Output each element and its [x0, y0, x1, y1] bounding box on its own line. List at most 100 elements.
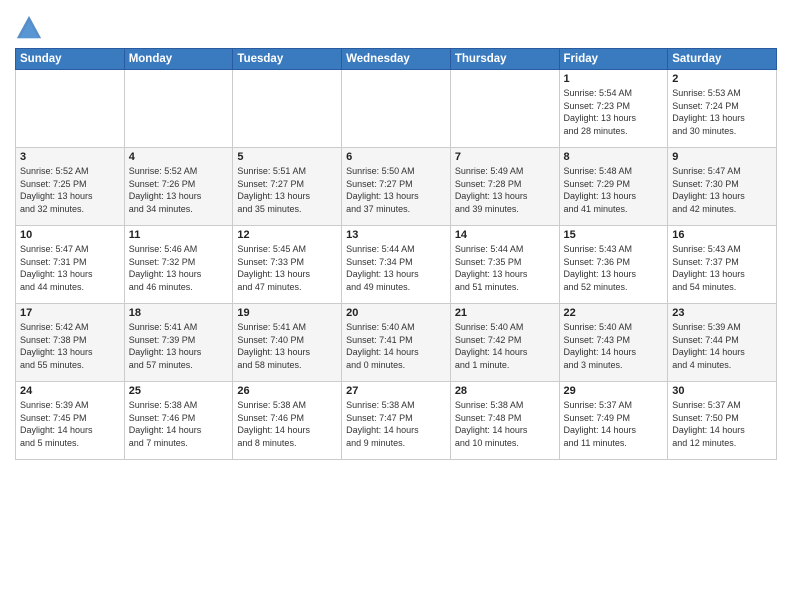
- day-info: Sunrise: 5:52 AMSunset: 7:25 PMDaylight:…: [20, 165, 120, 215]
- day-number: 18: [129, 307, 229, 319]
- page: SundayMondayTuesdayWednesdayThursdayFrid…: [0, 0, 792, 612]
- calendar-cell: [233, 70, 342, 148]
- logo-icon: [15, 14, 43, 42]
- day-number: 2: [672, 73, 772, 85]
- day-number: 1: [564, 73, 664, 85]
- calendar-cell: 7Sunrise: 5:49 AMSunset: 7:28 PMDaylight…: [450, 148, 559, 226]
- calendar-cell: [124, 70, 233, 148]
- calendar-cell: 27 Sunrise: 5:38 AMSunset: 7:47 PMDayligh…: [342, 382, 451, 460]
- calendar-cell: 1 Sunrise: 5:54 AMSunset: 7:23 PMDaylight…: [559, 70, 668, 148]
- day-number: 13: [346, 229, 446, 241]
- calendar-weekday-sunday: Sunday: [16, 49, 125, 70]
- day-number: 30: [672, 385, 772, 397]
- calendar-cell: 9 Sunrise: 5:47 AMSunset: 7:30 PMDaylight…: [668, 148, 777, 226]
- day-number: 10: [20, 229, 120, 241]
- day-info: Sunrise: 5:39 AMSunset: 7:44 PMDaylight:…: [672, 321, 772, 371]
- calendar-cell: 29 Sunrise: 5:37 AMSunset: 7:49 PMDayligh…: [559, 382, 668, 460]
- calendar-cell: 4 Sunrise: 5:52 AMSunset: 7:26 PMDaylight…: [124, 148, 233, 226]
- day-number: 20: [346, 307, 446, 319]
- calendar-weekday-friday: Friday: [559, 49, 668, 70]
- calendar-cell: 25Sunrise: 5:38 AMSunset: 7:46 PMDayligh…: [124, 382, 233, 460]
- calendar-cell: 28 Sunrise: 5:38 AMSunset: 7:48 PMDayligh…: [450, 382, 559, 460]
- calendar-week-row: 10Sunrise: 5:47 AMSunset: 7:31 PMDayligh…: [16, 226, 777, 304]
- calendar-cell: 22 Sunrise: 5:40 AMSunset: 7:43 PMDayligh…: [559, 304, 668, 382]
- day-info: Sunrise: 5:37 AMSunset: 7:49 PMDaylight:…: [564, 399, 664, 449]
- day-number: 5: [237, 151, 337, 163]
- day-number: 22: [564, 307, 664, 319]
- day-info: Sunrise: 5:41 AMSunset: 7:40 PMDaylight:…: [237, 321, 337, 371]
- calendar-weekday-wednesday: Wednesday: [342, 49, 451, 70]
- day-info: Sunrise: 5:40 AMSunset: 7:42 PMDaylight:…: [455, 321, 555, 371]
- day-info: Sunrise: 5:40 AMSunset: 7:43 PMDaylight:…: [564, 321, 664, 371]
- day-number: 12: [237, 229, 337, 241]
- calendar-week-row: 1 Sunrise: 5:54 AMSunset: 7:23 PMDaylight…: [16, 70, 777, 148]
- calendar-weekday-monday: Monday: [124, 49, 233, 70]
- calendar-cell: 2 Sunrise: 5:53 AMSunset: 7:24 PMDaylight…: [668, 70, 777, 148]
- calendar-cell: 30Sunrise: 5:37 AMSunset: 7:50 PMDayligh…: [668, 382, 777, 460]
- day-info: Sunrise: 5:52 AMSunset: 7:26 PMDaylight:…: [129, 165, 229, 215]
- day-info: Sunrise: 5:38 AMSunset: 7:46 PMDaylight:…: [129, 399, 229, 449]
- calendar-cell: 26 Sunrise: 5:38 AMSunset: 7:46 PMDayligh…: [233, 382, 342, 460]
- day-number: 29: [564, 385, 664, 397]
- day-number: 23: [672, 307, 772, 319]
- calendar-cell: 3 Sunrise: 5:52 AMSunset: 7:25 PMDaylight…: [16, 148, 125, 226]
- day-number: 8: [564, 151, 664, 163]
- calendar-cell: 20 Sunrise: 5:40 AMSunset: 7:41 PMDayligh…: [342, 304, 451, 382]
- calendar-week-row: 17 Sunrise: 5:42 AMSunset: 7:38 PMDayligh…: [16, 304, 777, 382]
- day-info: Sunrise: 5:54 AMSunset: 7:23 PMDaylight:…: [564, 87, 664, 137]
- day-info: Sunrise: 5:43 AMSunset: 7:37 PMDaylight:…: [672, 243, 772, 293]
- day-info: Sunrise: 5:40 AMSunset: 7:41 PMDaylight:…: [346, 321, 446, 371]
- day-number: 6: [346, 151, 446, 163]
- day-number: 19: [237, 307, 337, 319]
- calendar-weekday-thursday: Thursday: [450, 49, 559, 70]
- day-number: 28: [455, 385, 555, 397]
- day-number: 16: [672, 229, 772, 241]
- day-number: 21: [455, 307, 555, 319]
- calendar-cell: 19 Sunrise: 5:41 AMSunset: 7:40 PMDayligh…: [233, 304, 342, 382]
- calendar-cell: 11 Sunrise: 5:46 AMSunset: 7:32 PMDayligh…: [124, 226, 233, 304]
- day-number: 9: [672, 151, 772, 163]
- calendar-table: SundayMondayTuesdayWednesdayThursdayFrid…: [15, 48, 777, 460]
- day-info: Sunrise: 5:46 AMSunset: 7:32 PMDaylight:…: [129, 243, 229, 293]
- calendar-cell: 15Sunrise: 5:43 AMSunset: 7:36 PMDayligh…: [559, 226, 668, 304]
- day-info: Sunrise: 5:45 AMSunset: 7:33 PMDaylight:…: [237, 243, 337, 293]
- day-number: 15: [564, 229, 664, 241]
- day-info: Sunrise: 5:48 AMSunset: 7:29 PMDaylight:…: [564, 165, 664, 215]
- header: [15, 10, 777, 42]
- day-info: Sunrise: 5:42 AMSunset: 7:38 PMDaylight:…: [20, 321, 120, 371]
- day-number: 24: [20, 385, 120, 397]
- calendar-week-row: 24 Sunrise: 5:39 AMSunset: 7:45 PMDayligh…: [16, 382, 777, 460]
- calendar-header-row: SundayMondayTuesdayWednesdayThursdayFrid…: [16, 49, 777, 70]
- calendar-cell: 13Sunrise: 5:44 AMSunset: 7:34 PMDayligh…: [342, 226, 451, 304]
- calendar-weekday-saturday: Saturday: [668, 49, 777, 70]
- day-number: 3: [20, 151, 120, 163]
- calendar-cell: 23 Sunrise: 5:39 AMSunset: 7:44 PMDayligh…: [668, 304, 777, 382]
- day-info: Sunrise: 5:39 AMSunset: 7:45 PMDaylight:…: [20, 399, 120, 449]
- day-info: Sunrise: 5:44 AMSunset: 7:35 PMDaylight:…: [455, 243, 555, 293]
- day-info: Sunrise: 5:38 AMSunset: 7:46 PMDaylight:…: [237, 399, 337, 449]
- day-number: 7: [455, 151, 555, 163]
- calendar-cell: 12 Sunrise: 5:45 AMSunset: 7:33 PMDayligh…: [233, 226, 342, 304]
- logo: [15, 14, 47, 42]
- calendar-cell: 17 Sunrise: 5:42 AMSunset: 7:38 PMDayligh…: [16, 304, 125, 382]
- day-info: Sunrise: 5:38 AMSunset: 7:47 PMDaylight:…: [346, 399, 446, 449]
- calendar-cell: [450, 70, 559, 148]
- calendar-week-row: 3 Sunrise: 5:52 AMSunset: 7:25 PMDaylight…: [16, 148, 777, 226]
- calendar-cell: 10Sunrise: 5:47 AMSunset: 7:31 PMDayligh…: [16, 226, 125, 304]
- day-number: 26: [237, 385, 337, 397]
- day-number: 4: [129, 151, 229, 163]
- calendar-cell: 5 Sunrise: 5:51 AMSunset: 7:27 PMDaylight…: [233, 148, 342, 226]
- calendar-cell: 14 Sunrise: 5:44 AMSunset: 7:35 PMDayligh…: [450, 226, 559, 304]
- day-info: Sunrise: 5:51 AMSunset: 7:27 PMDaylight:…: [237, 165, 337, 215]
- day-number: 27: [346, 385, 446, 397]
- day-info: Sunrise: 5:41 AMSunset: 7:39 PMDaylight:…: [129, 321, 229, 371]
- day-info: Sunrise: 5:53 AMSunset: 7:24 PMDaylight:…: [672, 87, 772, 137]
- day-info: Sunrise: 5:38 AMSunset: 7:48 PMDaylight:…: [455, 399, 555, 449]
- day-info: Sunrise: 5:50 AMSunset: 7:27 PMDaylight:…: [346, 165, 446, 215]
- day-number: 17: [20, 307, 120, 319]
- day-number: 11: [129, 229, 229, 241]
- calendar-cell: [342, 70, 451, 148]
- day-info: Sunrise: 5:47 AMSunset: 7:30 PMDaylight:…: [672, 165, 772, 215]
- calendar-cell: 8 Sunrise: 5:48 AMSunset: 7:29 PMDaylight…: [559, 148, 668, 226]
- day-number: 14: [455, 229, 555, 241]
